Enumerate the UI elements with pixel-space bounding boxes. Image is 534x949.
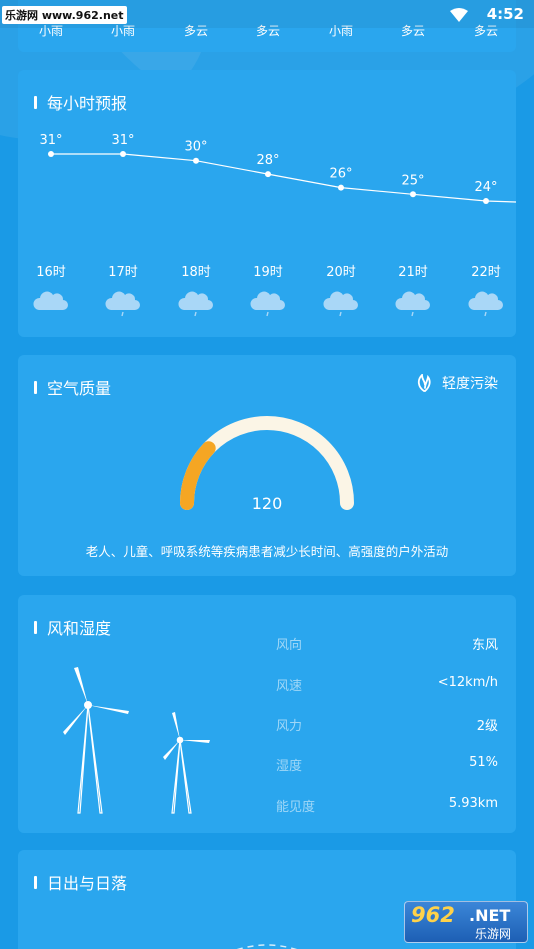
hour-label: 18时 xyxy=(181,265,211,280)
cloud-rain-icon xyxy=(323,291,358,317)
watermark-brand: 乐游网 www.962.net xyxy=(2,6,127,24)
hour-label: 20时 xyxy=(326,265,356,280)
cloud-rain-icon xyxy=(250,291,285,317)
temperature-label: 31° xyxy=(39,133,62,148)
temperature-label: 26° xyxy=(329,167,352,182)
hourly-chart[interactable]: 31° 16时 31° 17时 30° 18时 28° 19时 26° 20时 25° 21时 24° 2… xyxy=(18,70,516,337)
windmill-icon xyxy=(63,667,210,814)
temperature-point xyxy=(48,151,54,157)
temperature-label: 31° xyxy=(111,133,134,148)
temperature-label: 25° xyxy=(401,173,424,188)
cloud-rain-icon xyxy=(395,291,430,317)
wind-stat-value: 5.93km xyxy=(448,796,498,811)
hour-label: 21时 xyxy=(398,265,428,280)
wind-stat-label: 风向 xyxy=(276,638,303,653)
aqi-advice: 老人、儿童、呼吸系统等疾病患者减少长时间、高强度的户外活动 xyxy=(85,544,449,559)
air-quality-card: 空气质量 轻度污染 120 老人、儿童、呼吸系统等疾病患者减少长时间、高强度的户… xyxy=(18,355,516,576)
wind-stat-label: 能见度 xyxy=(276,800,316,815)
temperature-point xyxy=(338,184,344,191)
status-bar: 乐游网 www.962.net 4:52 xyxy=(0,0,534,28)
temperature-line xyxy=(51,153,516,203)
temperature-point xyxy=(410,191,416,198)
wind-stat-label: 风力 xyxy=(276,719,303,734)
wind-stat-label: 风速 xyxy=(276,679,303,694)
wind-stat-value: 东风 xyxy=(471,638,498,653)
cloud-icon xyxy=(33,291,68,310)
hour-label: 22时 xyxy=(471,265,501,280)
hourly-forecast-card: 每小时预报 31° 16时 31° 17时 30° 18时 28° 19时 26° 20时 25° 2… xyxy=(18,70,516,337)
wifi-icon xyxy=(450,8,468,22)
hour-label: 19时 xyxy=(253,265,283,280)
cloud-rain-icon xyxy=(468,291,503,317)
aqi-value: 120 xyxy=(251,494,283,513)
site-watermark-logo: 962 .NET 乐游网 xyxy=(404,901,528,943)
gauge-track xyxy=(180,416,354,510)
wind-stat-value: 51% xyxy=(469,755,498,770)
status-time: 4:52 xyxy=(486,5,524,23)
temperature-label: 30° xyxy=(184,140,207,155)
temperature-point xyxy=(265,171,271,178)
cloud-rain-icon xyxy=(178,291,213,317)
wind-stat-value: <12km/h xyxy=(437,675,498,690)
hour-label: 16时 xyxy=(36,265,66,280)
temperature-point xyxy=(193,157,199,164)
wind-stat-label: 湿度 xyxy=(276,759,303,774)
cloud-rain-icon xyxy=(105,291,140,317)
wind-humidity-card: 风和湿度 风向 东风 风速 <12km/h 风力 2级 湿度 51% 能见度 5.93km xyxy=(18,595,516,833)
hour-label: 17时 xyxy=(108,265,138,280)
temperature-label: 28° xyxy=(256,153,279,168)
temperature-label: 24° xyxy=(474,180,497,195)
wind-stat-value: 2级 xyxy=(476,719,498,734)
temperature-point xyxy=(483,198,489,204)
temperature-point xyxy=(120,151,126,157)
